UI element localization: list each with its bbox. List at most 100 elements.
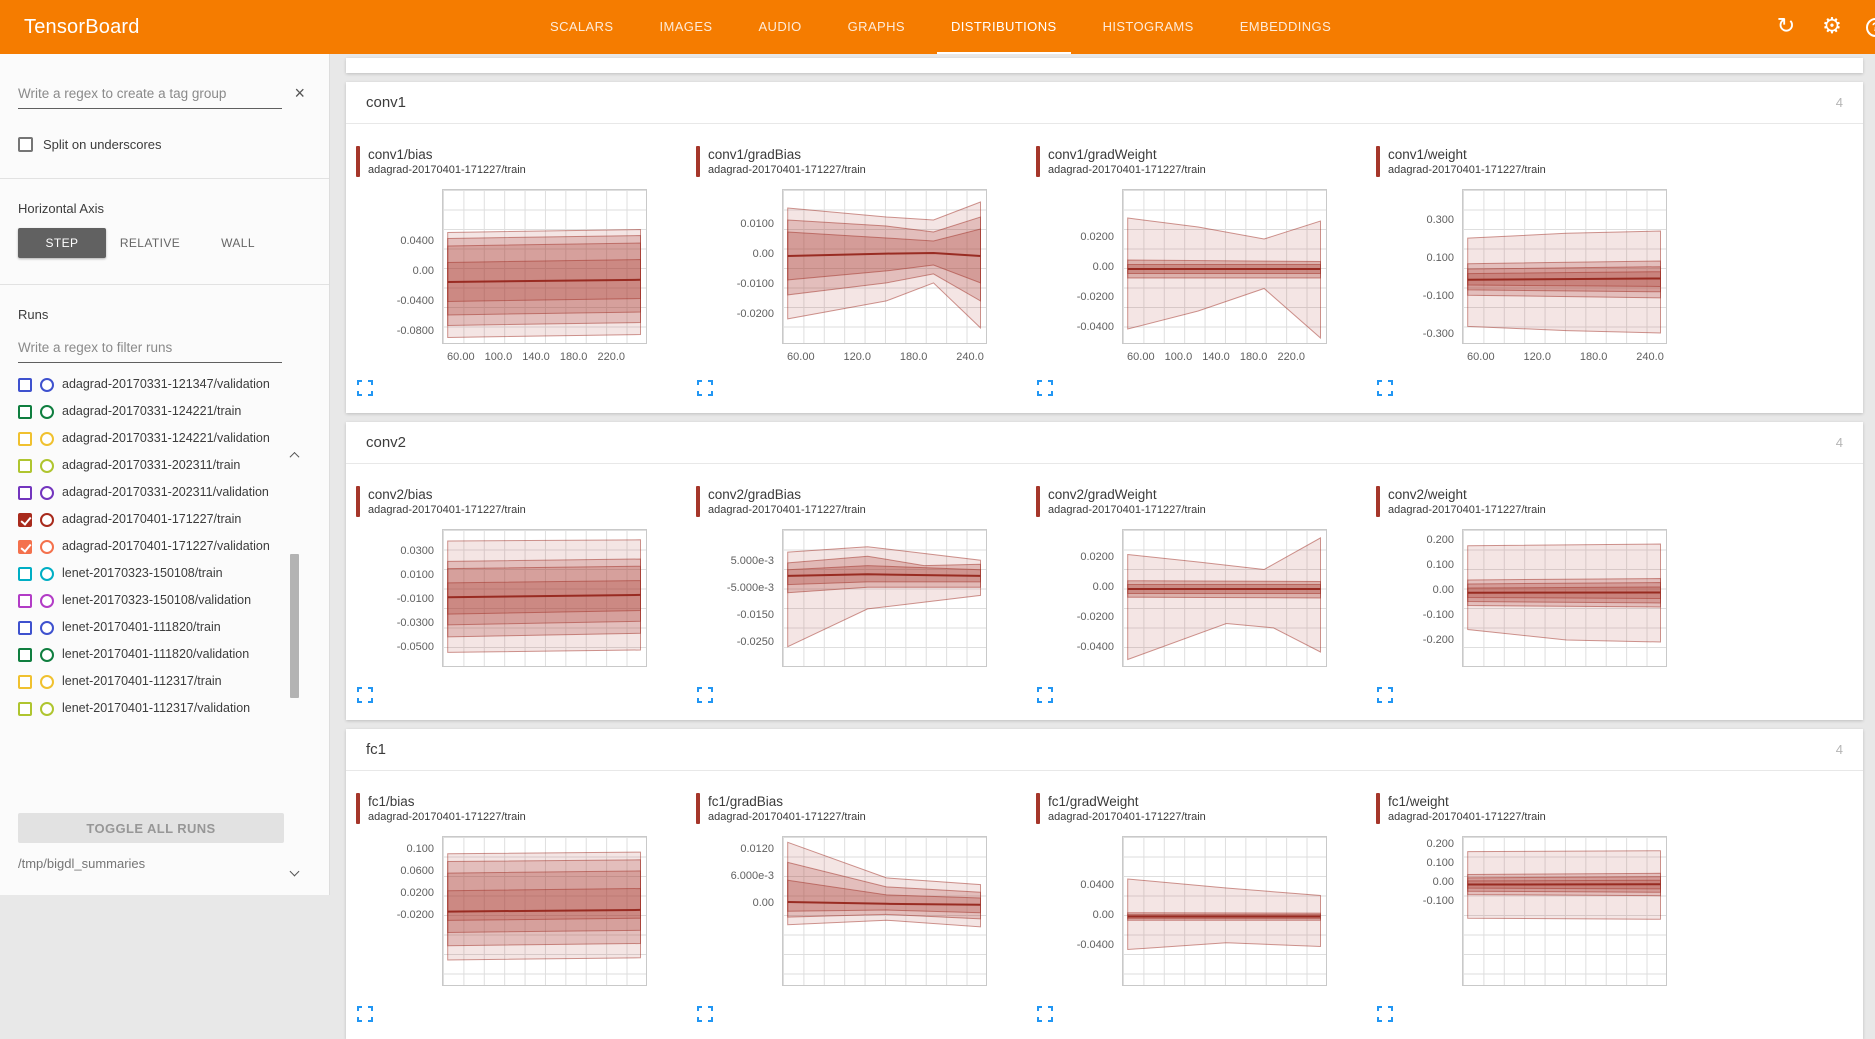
expand-chart-icon[interactable] (1377, 687, 1393, 703)
chart-run-subtitle: adagrad-20170401-171227/train (1388, 503, 1546, 517)
x-tick-label: 180.0 (1570, 351, 1618, 363)
tab-embeddings[interactable]: EMBEDDINGS (1226, 0, 1345, 54)
run-row[interactable]: lenet-20170401-112317/train (18, 668, 329, 695)
tab-distributions[interactable]: DISTRIBUTIONS (937, 0, 1071, 54)
run-radio[interactable] (40, 513, 54, 527)
tag-group-header[interactable]: conv1 4 (346, 82, 1863, 124)
run-row[interactable]: adagrad-20170401-171227/validation (18, 533, 329, 560)
tag-group-title: fc1 (366, 741, 386, 758)
expand-chart-icon[interactable] (357, 1006, 373, 1022)
tag-group-header[interactable]: fc1 4 (346, 729, 1863, 771)
refresh-icon[interactable]: ↻ (1774, 16, 1798, 38)
split-underscores-checkbox[interactable]: Split on underscores (18, 137, 299, 152)
tab-audio[interactable]: AUDIO (744, 0, 815, 54)
expand-chart-icon[interactable] (697, 1006, 713, 1022)
run-checkbox[interactable] (18, 621, 32, 635)
run-checkbox[interactable] (18, 567, 32, 581)
run-row[interactable]: lenet-20170401-112317/validation (18, 695, 329, 722)
run-radio[interactable] (40, 378, 54, 392)
run-checkbox[interactable] (18, 405, 32, 419)
run-checkbox[interactable] (18, 594, 32, 608)
run-row[interactable]: lenet-20170401-111820/train (18, 614, 329, 641)
settings-icon[interactable]: ⚙ (1820, 16, 1844, 38)
expand-chart-icon[interactable] (1037, 687, 1053, 703)
run-row[interactable]: adagrad-20170331-202311/train (18, 452, 329, 479)
plot-area[interactable] (1122, 529, 1327, 667)
plot-area[interactable] (442, 529, 647, 667)
run-checkbox[interactable] (18, 459, 32, 473)
run-radio[interactable] (40, 459, 54, 473)
run-label: adagrad-20170331-124221/validation (62, 430, 274, 447)
run-row[interactable]: lenet-20170323-150108/validation (18, 587, 329, 614)
tab-images[interactable]: IMAGES (646, 0, 727, 54)
run-row[interactable]: lenet-20170401-111820/validation (18, 641, 329, 668)
run-checkbox[interactable] (18, 702, 32, 716)
run-row[interactable]: lenet-20170323-150108/train (18, 560, 329, 587)
plot-area[interactable] (442, 836, 647, 986)
expand-chart-icon[interactable] (357, 380, 373, 396)
expand-chart-icon[interactable] (357, 687, 373, 703)
run-radio[interactable] (40, 621, 54, 635)
scrollbar-thumb[interactable] (290, 554, 299, 698)
run-row[interactable]: adagrad-20170401-171227/train (18, 506, 329, 533)
run-color-bar (696, 146, 700, 177)
tag-regex-input[interactable] (18, 82, 282, 109)
run-radio[interactable] (40, 405, 54, 419)
plot-area[interactable] (1462, 189, 1667, 344)
expand-chart-icon[interactable] (697, 380, 713, 396)
run-checkbox[interactable] (18, 540, 32, 554)
expand-chart-icon[interactable] (1037, 380, 1053, 396)
tab-scalars[interactable]: SCALARS (536, 0, 628, 54)
app-title: TensorBoard (24, 16, 140, 39)
axis-option-button[interactable]: WALL (194, 228, 282, 258)
help-icon[interactable]: ? (1866, 18, 1875, 37)
plot-area[interactable] (1462, 836, 1667, 986)
plot-area[interactable] (782, 529, 987, 667)
expand-chart-icon[interactable] (1377, 380, 1393, 396)
run-radio[interactable] (40, 540, 54, 554)
run-regex-input[interactable] (18, 336, 282, 363)
run-radio[interactable] (40, 702, 54, 716)
tag-group-count: 4 (1836, 95, 1843, 110)
run-row[interactable]: adagrad-20170331-202311/validation (18, 479, 329, 506)
run-radio[interactable] (40, 567, 54, 581)
plot-area[interactable] (1122, 836, 1327, 986)
expand-chart-icon[interactable] (1037, 1006, 1053, 1022)
chart-title-row: conv1/gradWeight adagrad-20170401-171227… (1036, 146, 1374, 177)
run-checkbox[interactable] (18, 486, 32, 500)
scroll-up-icon[interactable] (291, 452, 299, 460)
y-tick-label: -0.0200 (694, 308, 774, 320)
run-checkbox[interactable] (18, 513, 32, 527)
run-radio[interactable] (40, 675, 54, 689)
run-row[interactable]: adagrad-20170331-124221/validation (18, 425, 329, 452)
chart-title-row: conv1/gradBias adagrad-20170401-171227/t… (696, 146, 1034, 177)
axis-option-button[interactable]: RELATIVE (106, 228, 194, 258)
run-checkbox[interactable] (18, 648, 32, 662)
run-checkbox[interactable] (18, 432, 32, 446)
expand-chart-icon[interactable] (697, 687, 713, 703)
expand-chart-icon[interactable] (1377, 1006, 1393, 1022)
close-icon[interactable]: × (294, 84, 305, 102)
run-row[interactable]: adagrad-20170331-121347/validation (18, 371, 329, 398)
plot-area[interactable] (442, 189, 647, 344)
run-radio[interactable] (40, 648, 54, 662)
plot-area[interactable] (782, 836, 987, 986)
axis-option-button[interactable]: STEP (18, 228, 106, 258)
plot-area[interactable] (1462, 529, 1667, 667)
run-radio[interactable] (40, 432, 54, 446)
run-checkbox[interactable] (18, 675, 32, 689)
run-radio[interactable] (40, 594, 54, 608)
scroll-down-icon[interactable] (291, 868, 299, 876)
plot-row: 0.2000.1000.00-0.100-0.200 (1374, 529, 1714, 681)
tab-histograms[interactable]: HISTOGRAMS (1089, 0, 1208, 54)
tag-group-header[interactable]: conv2 4 (346, 422, 1863, 464)
chart-title-row: fc1/bias adagrad-20170401-171227/train (356, 793, 694, 824)
tab-graphs[interactable]: GRAPHS (834, 0, 919, 54)
run-row[interactable]: adagrad-20170331-124221/train (18, 398, 329, 425)
toggle-all-runs-button[interactable]: TOGGLE ALL RUNS (18, 813, 284, 843)
checkbox-icon[interactable] (18, 137, 33, 152)
run-checkbox[interactable] (18, 378, 32, 392)
plot-area[interactable] (1122, 189, 1327, 344)
plot-area[interactable] (782, 189, 987, 344)
run-radio[interactable] (40, 486, 54, 500)
